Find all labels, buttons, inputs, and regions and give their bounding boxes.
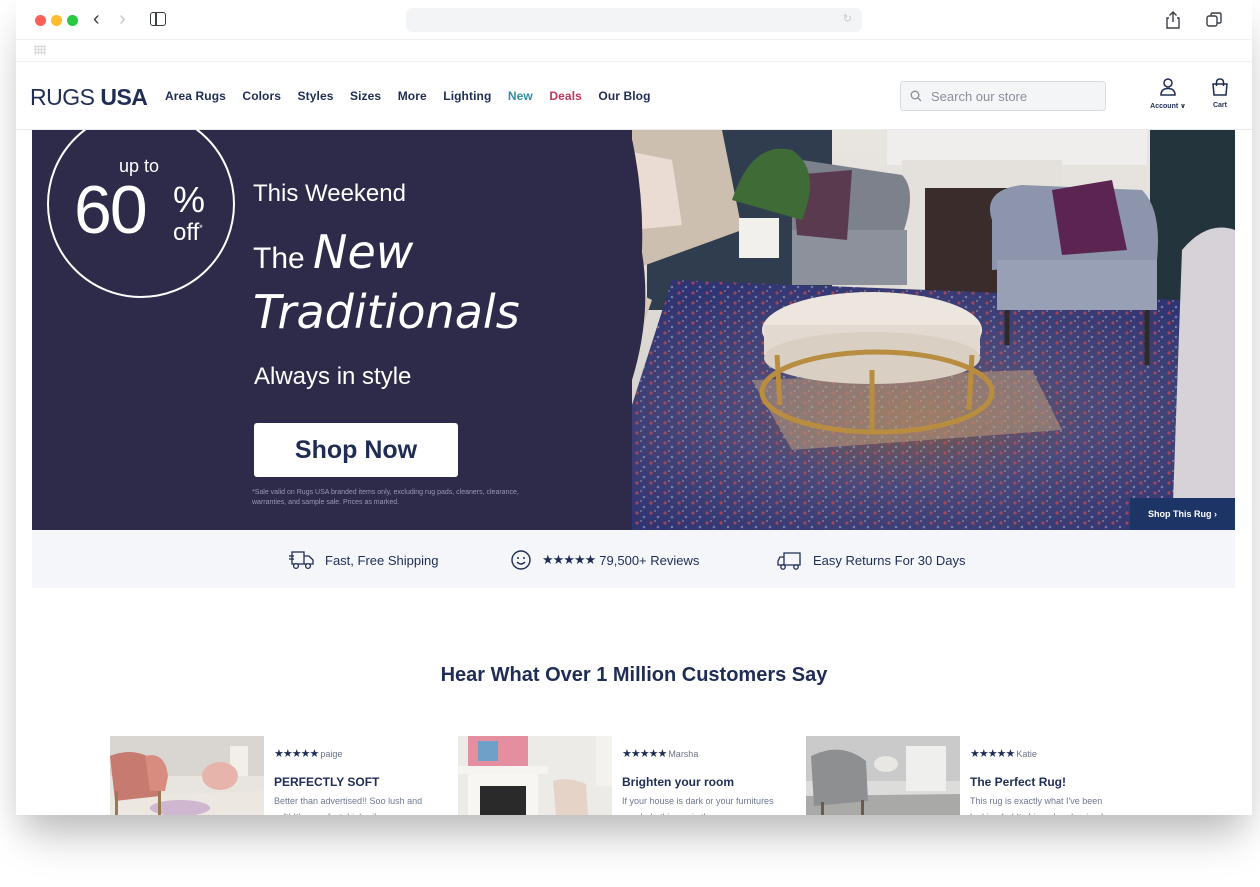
nav-more[interactable]: More	[398, 89, 427, 103]
nav-sizes[interactable]: Sizes	[350, 89, 381, 103]
trust-returns-label: Easy Returns For 30 Days	[813, 552, 966, 568]
badge-percent: %	[173, 179, 206, 220]
shop-now-button[interactable]: Shop Now	[254, 423, 458, 477]
trust-bar: Fast, Free Shipping ★★★★★ 79,500+ Review…	[32, 530, 1235, 588]
account-menu[interactable]: Account ∨	[1146, 78, 1190, 110]
trust-reviews: ★★★★★ 79,500+ Reviews	[510, 549, 699, 571]
star-rating-icon: ★★★★★	[274, 748, 319, 760]
hero-kicker: This Weekend	[253, 180, 406, 207]
star-rating-icon: ★★★★★	[542, 552, 596, 567]
main-nav: Area Rugs Colors Styles Sizes More Light…	[165, 89, 667, 103]
review-body: ★★★★★ Katie The Perfect Rug! This rug is …	[970, 744, 1130, 815]
grid-icon[interactable]	[34, 45, 46, 55]
nav-new[interactable]: New	[508, 89, 533, 103]
review-card[interactable]: ★★★★★ Katie The Perfect Rug! This rug is …	[806, 736, 1136, 815]
review-body: ★★★★★ paige PERFECTLY SOFT Better than ad…	[274, 744, 434, 815]
logo-text-usa: USA	[100, 84, 148, 110]
sidebar-toggle-icon[interactable]	[150, 12, 166, 26]
browser-titlebar: ‹ › ↻	[16, 0, 1252, 40]
review-title: The Perfect Rug!	[970, 775, 1067, 789]
chevron-right-icon: ›	[1214, 509, 1217, 519]
zoom-window-button[interactable]	[67, 15, 78, 26]
badge-off: off	[173, 219, 200, 246]
return-box-icon	[777, 552, 801, 570]
discount-badge: up to 60 % off*	[47, 130, 237, 298]
minimize-window-button[interactable]	[51, 15, 62, 26]
hero-title-the: The	[253, 242, 314, 275]
review-title: PERFECTLY SOFT	[274, 775, 380, 789]
forward-arrow-icon[interactable]: ›	[119, 8, 126, 30]
favorites-bar	[16, 40, 1252, 62]
site-header: RUGS USA Area Rugs Colors Styles Sizes M…	[16, 62, 1252, 130]
trust-reviews-label: 79,500+ Reviews	[599, 552, 700, 568]
review-photo-pink-chairs	[110, 736, 264, 815]
nav-our-blog[interactable]: Our Blog	[598, 89, 650, 103]
review-author: Katie	[1016, 749, 1037, 759]
search-box	[900, 81, 1106, 111]
review-text: If your house is dark or your furnitures…	[622, 796, 774, 815]
nav-lighting[interactable]: Lighting	[443, 89, 491, 103]
hero-title-traditionals: Traditionals	[253, 285, 520, 339]
trust-returns: Easy Returns For 30 Days	[777, 549, 965, 571]
review-photo-fireplace	[458, 736, 612, 815]
cart-button[interactable]: Cart	[1206, 78, 1234, 109]
chevron-down-icon: ∨	[1180, 103, 1186, 110]
tab-overview-icon[interactable]	[1206, 12, 1222, 28]
review-author: Marsha	[668, 749, 699, 759]
hero-title-new: New	[313, 225, 414, 279]
logo-text-rugs: RUGS	[30, 84, 101, 110]
hero-banner[interactable]: up to 60 % off* This Weekend The New Tra…	[32, 130, 1235, 530]
review-card[interactable]: ★★★★★ Marsha Brighten your room If your h…	[458, 736, 788, 815]
shop-this-rug-label: Shop This Rug	[1147, 509, 1212, 519]
review-author: paige	[320, 749, 343, 759]
user-icon	[1160, 78, 1176, 96]
review-text: This rug is exactly what I've been looki…	[970, 796, 1103, 815]
review-text: Better than advertised!! Soo lush and so…	[274, 796, 423, 815]
search-icon[interactable]	[910, 90, 922, 102]
badge-number: 60	[74, 172, 148, 248]
badge-asterisk: *	[199, 223, 203, 233]
smiley-icon	[511, 550, 531, 570]
cart-label: Cart	[1212, 102, 1227, 109]
browser-window: ‹ › ↻ RUGS USA Area Rugs Colors Styles S…	[16, 0, 1252, 815]
logo[interactable]: RUGS USA	[30, 84, 148, 111]
search-input[interactable]	[931, 82, 1101, 110]
hero-disclaimer: *Sale valid on Rugs USA branded items on…	[252, 489, 519, 506]
nav-styles[interactable]: Styles	[298, 89, 334, 103]
account-label: Account	[1150, 103, 1179, 110]
trust-shipping: Fast, Free Shipping	[289, 549, 438, 571]
review-card[interactable]: ★★★★★ paige PERFECTLY SOFT Better than ad…	[110, 736, 440, 815]
nav-colors[interactable]: Colors	[242, 89, 281, 103]
address-bar[interactable]: ↻	[406, 8, 862, 32]
review-body: ★★★★★ Marsha Brighten your room If your h…	[622, 744, 782, 815]
star-rating-icon: ★★★★★	[622, 748, 667, 760]
review-title: Brighten your room	[622, 775, 735, 789]
reviews-heading: Hear What Over 1 Million Customers Say	[440, 664, 828, 686]
nav-deals[interactable]: Deals	[549, 89, 582, 103]
share-icon[interactable]	[1164, 10, 1182, 30]
shop-this-rug-button[interactable]: Shop This Rug ›	[1130, 498, 1235, 530]
review-photo-gray-chair	[806, 736, 960, 815]
reload-icon[interactable]: ↻	[843, 12, 852, 25]
hero-title-line1: The New	[253, 229, 413, 281]
trust-shipping-label: Fast, Free Shipping	[325, 552, 439, 568]
back-arrow-icon[interactable]: ‹	[93, 8, 100, 30]
hero-subtitle: Always in style	[254, 363, 412, 390]
nav-area-rugs[interactable]: Area Rugs	[165, 89, 226, 103]
star-rating-icon: ★★★★★	[970, 748, 1015, 760]
shopping-bag-icon	[1212, 78, 1228, 96]
delivery-truck-icon	[289, 551, 314, 570]
close-window-button[interactable]	[35, 15, 46, 26]
